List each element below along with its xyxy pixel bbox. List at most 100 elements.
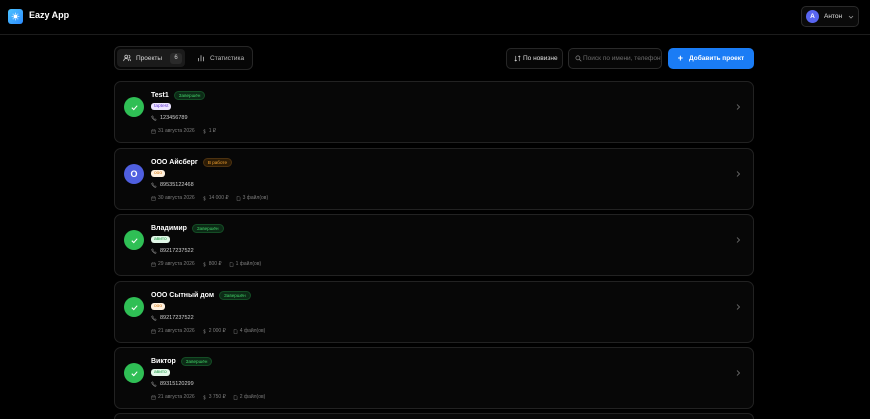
project-date: 30 августа 2026	[158, 195, 195, 201]
project-phone: 89217237522	[151, 315, 194, 321]
project-files: 2 файл(ов)	[239, 394, 266, 400]
user-name: Антон	[824, 13, 843, 20]
status-done-icon	[124, 230, 144, 250]
files-item: 4 файл(ов)	[233, 328, 266, 334]
calendar-icon	[151, 328, 156, 334]
project-title-row: Виктор Завершён	[151, 357, 213, 366]
project-card[interactable]: ООО Сытный дом Завершён ооо 89217237522 …	[114, 281, 754, 343]
phone-icon	[151, 381, 157, 387]
chevron-right-icon	[736, 237, 741, 243]
project-tag: авито	[151, 369, 170, 376]
project-card[interactable]: Виктор Завершён авито 89315120299 21 авг…	[114, 347, 754, 409]
calendar-icon	[151, 261, 156, 267]
status-badge: В работе	[202, 158, 233, 167]
project-tag: taptest	[151, 103, 172, 110]
date-item: 30 августа 2026	[151, 195, 195, 201]
project-date: 21 августа 2026	[158, 328, 195, 334]
projects-count-badge: 6	[170, 52, 183, 64]
file-icon	[236, 195, 240, 201]
phone-number: 89315120299	[160, 381, 194, 387]
project-tag: ооо	[151, 170, 166, 177]
status-badge: Завершён	[180, 357, 213, 366]
project-phone: 89535122468	[151, 182, 194, 188]
project-title-row: ООО Айсберг В работе	[151, 158, 233, 167]
project-meta: 29 августа 2026 800 ₽ 1 файл(ов)	[151, 261, 268, 267]
plus-icon: +	[677, 53, 684, 63]
project-phone: 123456789	[151, 115, 188, 121]
phone-number: 89217237522	[160, 315, 194, 321]
chevron-down-icon	[848, 15, 854, 19]
project-date: 29 августа 2026	[158, 261, 195, 267]
phone-icon	[151, 315, 157, 321]
chevron-right-icon	[736, 104, 741, 110]
project-meta: 21 августа 2026 3 750 ₽ 2 файл(ов)	[151, 394, 272, 400]
project-phone: 89315120299	[151, 381, 194, 387]
file-icon	[233, 328, 238, 334]
amount-item: 3 750 ₽	[202, 394, 226, 400]
chevron-right-icon	[736, 171, 741, 177]
dollar-icon	[202, 328, 206, 334]
project-title: ООО Сытный дом	[151, 292, 214, 299]
project-amount: 1 ₽	[208, 128, 217, 134]
dollar-icon	[202, 261, 206, 267]
project-card[interactable]: О ООО Айсберг В работе ооо 89535122468 3…	[114, 148, 754, 210]
project-amount: 2 000 ₽	[208, 328, 226, 334]
project-title: ООО Айсберг	[151, 159, 198, 166]
project-date: 31 августа 2026	[158, 128, 195, 134]
status-done-icon	[124, 297, 144, 317]
status-badge: Завершён	[219, 291, 251, 300]
date-item: 29 августа 2026	[151, 261, 195, 267]
file-icon	[229, 261, 233, 267]
project-card[interactable]: Владимир Завершён авито 89217237522 29 а…	[114, 214, 754, 276]
project-files: 3 файл(ов)	[242, 195, 269, 201]
calendar-icon	[151, 394, 156, 400]
sort-select[interactable]: По новизне	[506, 48, 563, 69]
dollar-icon	[202, 394, 206, 400]
check-icon	[130, 104, 138, 110]
project-title-row: Владимир Завершён	[151, 224, 224, 233]
status-done-icon	[124, 363, 144, 383]
search-box	[568, 48, 662, 69]
date-item: 21 августа 2026	[151, 328, 195, 334]
phone-number: 123456789	[160, 115, 188, 121]
status-done-icon	[124, 97, 144, 117]
check-icon	[130, 370, 138, 376]
view-tabs: Проекты 6 Статистика	[114, 46, 253, 70]
project-files: 4 файл(ов)	[239, 328, 266, 334]
project-phone: 89217237522	[151, 248, 194, 254]
project-files: 1 файл(ов)	[235, 261, 262, 267]
status-badge: Завершён	[173, 91, 206, 100]
sort-label: По новизне	[523, 55, 558, 62]
dollar-icon	[202, 195, 206, 201]
project-title: Владимир	[151, 225, 187, 232]
phone-number: 89535122468	[160, 182, 194, 188]
amount-item: 1 ₽	[202, 128, 216, 134]
date-item: 31 августа 2026	[151, 128, 195, 134]
project-card[interactable]: Test1 Завершён taptest 123456789 31 авгу…	[114, 81, 754, 143]
files-item: 2 файл(ов)	[233, 394, 266, 400]
avatar: А	[806, 10, 819, 23]
add-project-button[interactable]: + Добавить проект	[668, 48, 754, 69]
search-input[interactable]	[583, 55, 661, 62]
dollar-icon	[202, 128, 206, 134]
top-bar: Eazy App А Антон	[0, 0, 870, 35]
add-project-label: Добавить проект	[689, 55, 745, 62]
tab-statistics[interactable]: Статистика	[197, 49, 251, 67]
project-amount: 3 750 ₽	[208, 394, 226, 400]
calendar-icon	[151, 128, 156, 134]
bar-chart-icon	[198, 55, 204, 62]
app-logo-icon[interactable]	[8, 9, 23, 24]
users-icon	[123, 54, 131, 62]
project-meta: 31 августа 2026 1 ₽	[151, 128, 223, 134]
phone-icon	[151, 182, 157, 188]
project-title-row: ООО Сытный дом Завершён	[151, 291, 251, 300]
search-icon	[575, 55, 582, 62]
user-menu-button[interactable]: А Антон	[801, 6, 859, 27]
tab-projects-label: Проекты	[136, 54, 163, 62]
phone-icon	[151, 115, 157, 121]
tab-projects[interactable]: Проекты 6	[117, 49, 185, 67]
app-name[interactable]: Eazy App	[29, 10, 69, 20]
project-card-partial[interactable]	[114, 413, 754, 419]
project-amount: 800 ₽	[208, 261, 222, 267]
chevron-right-icon	[736, 304, 741, 310]
